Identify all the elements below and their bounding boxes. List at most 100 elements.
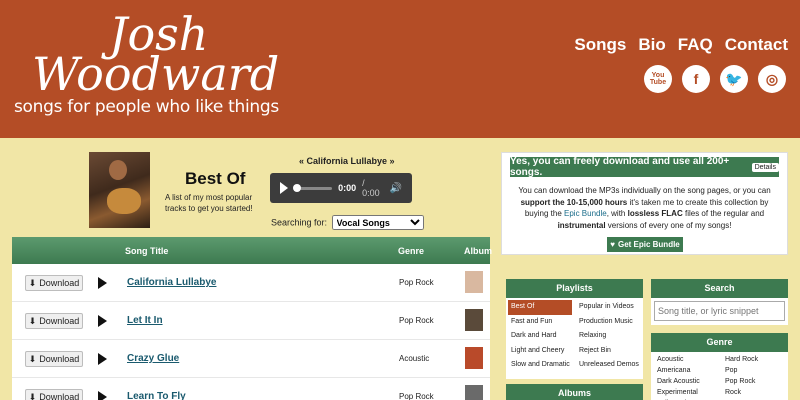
genre-title: Genre <box>651 333 788 352</box>
download-button[interactable]: ⬇ Download <box>25 389 83 400</box>
header-genre[interactable]: Genre <box>398 246 424 256</box>
twitter-icon[interactable]: 🐦 <box>720 65 748 93</box>
header-song-title[interactable]: Song Title <box>125 246 168 256</box>
searching-label: Searching for: <box>271 217 328 228</box>
playlist-item[interactable]: Dark and Hard <box>508 329 572 344</box>
table-row: ⬇ Download Learn To Fly Pop Rock <box>12 378 490 400</box>
epic-headline-text: Yes, you can freely download and use all… <box>510 156 730 178</box>
get-epic-bundle-button[interactable]: ♥ Get Epic Bundle <box>607 237 683 252</box>
searching-for: Searching for: Vocal Songs <box>271 215 424 230</box>
playlist-item[interactable]: Unreleased Demos <box>576 358 640 373</box>
genre-item[interactable]: Americana <box>657 365 725 376</box>
site-tagline: songs for people who like things <box>14 97 279 117</box>
playlist-item[interactable]: Light and Cheery <box>508 344 572 359</box>
album-thumbnail[interactable] <box>465 309 483 331</box>
play-icon[interactable] <box>98 315 107 327</box>
youtube-icon[interactable]: You Tube <box>644 65 672 93</box>
search-title: Search <box>651 279 788 298</box>
download-button[interactable]: ⬇ Download <box>25 351 83 367</box>
playlist-item[interactable]: Relaxing <box>576 329 640 344</box>
nav-bio[interactable]: Bio <box>638 35 665 55</box>
time-current: 0:00 <box>338 183 357 193</box>
song-title-link[interactable]: Learn To Fly <box>127 391 186 400</box>
playlists-title: Playlists <box>506 279 643 298</box>
play-icon[interactable] <box>280 182 288 194</box>
playlist-description: A list of my most popular tracks to get … <box>165 193 253 213</box>
download-label: Download <box>39 392 80 400</box>
seek-knob[interactable] <box>293 183 301 192</box>
playlist-cover-image <box>89 152 150 228</box>
song-genre: Pop Rock <box>399 316 434 325</box>
heart-icon: ♥ <box>610 240 615 249</box>
download-button[interactable]: ⬇ Download <box>25 313 83 329</box>
logo-line-2: Woodward <box>32 47 280 101</box>
genre-item[interactable]: Hard Rock <box>725 354 793 365</box>
epic-text-7: files of the regular and <box>682 209 765 218</box>
nav-contact[interactable]: Contact <box>725 35 788 55</box>
playlist-item[interactable]: Popular in Videos <box>576 300 640 315</box>
playlist-title: Best Of <box>185 169 246 188</box>
genre-item[interactable]: Experimental <box>657 387 725 398</box>
volume-icon[interactable]: 🔊 <box>390 183 402 194</box>
download-label: Download <box>39 278 80 288</box>
top-nav: Songs Bio FAQ Contact <box>574 35 788 55</box>
album-thumbnail[interactable] <box>465 271 483 293</box>
album-thumbnail[interactable] <box>465 347 483 369</box>
play-icon[interactable] <box>98 277 107 289</box>
download-label: Download <box>39 316 80 326</box>
song-genre: Pop Rock <box>399 392 434 400</box>
song-genre: Acoustic <box>399 354 430 363</box>
genre-item[interactable]: Pop <box>725 365 793 376</box>
download-button[interactable]: ⬇ Download <box>25 275 83 291</box>
play-icon[interactable] <box>98 391 107 400</box>
song-title-link[interactable]: California Lullabye <box>127 277 216 288</box>
download-icon: ⬇ <box>28 315 37 326</box>
genre-item[interactable]: Pop Rock <box>725 376 793 387</box>
site-header: Josh Woodward songs for people who like … <box>0 0 800 138</box>
header-album[interactable]: Album <box>464 246 492 256</box>
genre-panel: Genre Acoustic Hard Rock Americana Pop Dark … <box>651 333 788 400</box>
song-table: Song Title Genre Album ⬇ Download Californ… <box>12 237 492 400</box>
epic-bundle-link[interactable]: Epic Bundle <box>564 209 607 218</box>
album-thumbnail[interactable] <box>465 385 483 400</box>
epic-text-6: lossless FLAC <box>627 209 683 218</box>
playlists-grid: Best Of Popular in Videos Fast and Fun Prod… <box>506 298 643 373</box>
table-row: ⬇ Download California Lullabye Pop Rock <box>12 264 490 302</box>
time-total: / 0:00 <box>362 178 380 198</box>
search-input[interactable] <box>654 301 785 321</box>
song-genre: Pop Rock <box>399 278 434 287</box>
playlist-item[interactable]: Production Music <box>576 315 640 330</box>
playlist-item[interactable]: Fast and Fun <box>508 315 572 330</box>
download-icon: ⬇ <box>28 391 37 400</box>
table-row: ⬇ Download Let It In Pop Rock <box>12 302 490 340</box>
playlist-item[interactable]: Slow and Dramatic <box>508 358 572 373</box>
epic-text: You can download the MP3s individually o… <box>510 185 779 231</box>
download-icon: ⬇ <box>28 277 37 288</box>
playlist-item[interactable]: Best Of <box>508 300 572 315</box>
seek-bar[interactable] <box>293 183 333 192</box>
epic-text-9: versions of every one of my songs! <box>605 220 732 230</box>
search-panel: Search <box>651 279 788 325</box>
instagram-icon[interactable]: ◎ <box>758 65 786 93</box>
albums-panel: Albums <box>506 384 643 400</box>
nav-songs[interactable]: Songs <box>574 35 626 55</box>
playlist-item[interactable]: Reject Bin <box>576 344 640 359</box>
get-epic-bundle-label: Get Epic Bundle <box>617 240 680 249</box>
genre-item[interactable]: Dark Acoustic <box>657 376 725 387</box>
epic-bundle-box: Yes, you can freely download and use all… <box>501 152 788 255</box>
site-logo[interactable]: Josh Woodward <box>14 11 280 101</box>
download-label: Download <box>39 354 80 364</box>
epic-text-8: instrumental <box>557 220 606 230</box>
details-button[interactable]: Details <box>751 162 779 172</box>
play-icon[interactable] <box>98 353 107 365</box>
social-links: You Tube f 🐦 ◎ <box>644 65 786 93</box>
epic-headline: Yes, you can freely download and use all… <box>510 156 779 178</box>
facebook-icon[interactable]: f <box>682 65 710 93</box>
genre-item[interactable]: Acoustic <box>657 354 725 365</box>
vocal-select[interactable]: Vocal Songs <box>331 215 424 230</box>
nav-faq[interactable]: FAQ <box>678 35 713 55</box>
song-title-link[interactable]: Let It In <box>127 315 163 326</box>
genre-item[interactable]: Rock <box>725 387 793 398</box>
download-icon: ⬇ <box>28 353 37 364</box>
song-title-link[interactable]: Crazy Glue <box>127 353 179 364</box>
